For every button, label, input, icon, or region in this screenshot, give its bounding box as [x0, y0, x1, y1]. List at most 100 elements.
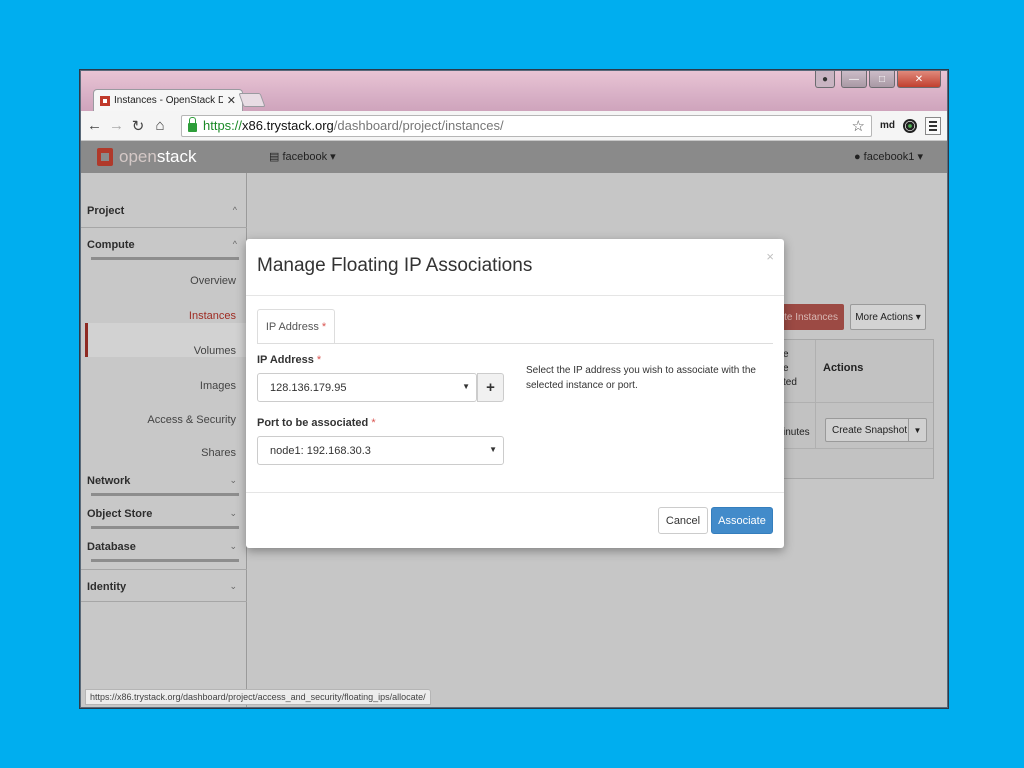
openstack-logo-icon: [97, 148, 113, 166]
create-snapshot-button[interactable]: Create Snapshot ▼: [825, 418, 927, 442]
user-menu-label: facebook1: [863, 151, 915, 163]
ip-address-value: 128.136.179.95: [270, 381, 347, 394]
close-window-button[interactable]: ✕: [897, 71, 941, 88]
browser-tab[interactable]: Instances - OpenStack Da ✕: [93, 89, 243, 111]
modal-footer-divider: [246, 492, 784, 493]
sidebar-item-images[interactable]: Images: [200, 380, 236, 392]
browser-menu-icon[interactable]: [925, 116, 941, 135]
project-selector[interactable]: ▤ facebook ▾: [269, 150, 336, 163]
cancel-button[interactable]: Cancel: [658, 507, 708, 534]
url-scheme: https://: [203, 118, 243, 133]
tab-underline: [257, 343, 773, 344]
sidebar-section-database[interactable]: Database ⌄: [87, 541, 241, 553]
sidebar-divider: [81, 601, 247, 602]
chevron-down-icon: ⌄: [229, 541, 237, 551]
close-icon[interactable]: ×: [766, 249, 774, 264]
sidebar-item-volumes[interactable]: Volumes: [194, 345, 236, 357]
ip-address-label: IP Address *: [257, 354, 321, 366]
caret-down-icon[interactable]: ▼: [908, 419, 926, 441]
sidebar-section-project[interactable]: Project ^: [87, 205, 241, 217]
required-marker: *: [371, 417, 376, 429]
sidebar-section-object-store[interactable]: Object Store ⌄: [87, 508, 241, 520]
sidebar-section-label: Network: [87, 475, 131, 487]
chevron-down-icon: ⌄: [229, 508, 237, 518]
sidebar-section-rule: [91, 493, 239, 496]
user-menu[interactable]: ● facebook1 ▾: [854, 150, 923, 163]
sidebar-section-label: Project: [87, 205, 125, 217]
modal-header: Manage Floating IP Associations ×: [246, 239, 784, 296]
openstack-logo[interactable]: open stack: [97, 147, 197, 167]
sidebar-section-identity[interactable]: Identity ⌄: [87, 581, 241, 593]
maximize-button[interactable]: □: [869, 71, 895, 88]
chevron-up-icon: ^: [232, 239, 237, 249]
actions-column-header: Actions: [823, 362, 864, 374]
window-controls: ● — □ ✕: [815, 71, 941, 88]
table-column-divider: [815, 340, 816, 448]
port-select[interactable]: node1: 192.168.30.3 ▼: [257, 436, 504, 465]
modal-title: Manage Floating IP Associations: [257, 255, 533, 276]
extension-icon[interactable]: [903, 118, 917, 133]
sidebar-section-network[interactable]: Network ⌄: [87, 475, 241, 487]
sidebar-section-rule: [91, 526, 239, 529]
logo-text-open: open: [119, 147, 157, 166]
tab-close-icon[interactable]: ✕: [227, 94, 236, 107]
sidebar-section-rule: [91, 257, 239, 260]
project-selector-label: facebook: [282, 151, 328, 163]
home-icon[interactable]: ⌂: [153, 117, 167, 134]
sidebar-section-label: Object Store: [87, 508, 153, 520]
sidebar-section-compute[interactable]: Compute ^: [87, 239, 241, 251]
table-header-line: e: [783, 363, 789, 374]
sidebar-divider: [81, 569, 247, 570]
port-label: Port to be associated *: [257, 417, 376, 429]
chevron-up-icon: ^: [232, 205, 237, 215]
chevron-down-icon: ⌄: [229, 581, 237, 591]
top-navbar: open stack ▤ facebook ▾ ● facebook1 ▾: [81, 141, 947, 173]
profile-badge[interactable]: md: [880, 120, 895, 131]
chevron-down-icon: ⌄: [229, 475, 237, 485]
sidebar-item-access-security[interactable]: Access & Security: [147, 414, 236, 426]
sidebar-divider: [81, 227, 247, 228]
bookmark-star-icon[interactable]: ☆: [852, 117, 865, 135]
sidebar-item-shares[interactable]: Shares: [201, 447, 236, 459]
table-row-divider: [759, 402, 933, 403]
sidebar: Project ^ Compute ^ Overview Instances Vol…: [81, 173, 247, 707]
user-profile-icon[interactable]: ●: [815, 71, 835, 88]
caret-down-icon: ▼: [462, 382, 470, 391]
browser-window: Instances - OpenStack Da ✕ ● — □ ✕ ← → ↻…: [80, 70, 948, 708]
sidebar-item-instances[interactable]: Instances: [189, 310, 236, 322]
port-value: node1: 192.168.30.3: [270, 444, 371, 457]
openstack-favicon-icon: [100, 95, 110, 106]
minimize-button[interactable]: —: [841, 71, 867, 88]
tab-ip-address[interactable]: IP Address *: [257, 309, 335, 344]
tab-title: Instances - OpenStack Da: [114, 95, 223, 106]
browser-toolbar: ← → ↻ ⌂ https:// x86.trystack.org /dashb…: [81, 111, 947, 141]
help-text: Select the IP address you wish to associ…: [526, 365, 756, 391]
instances-table: e e ted Actions inutes Create Snapshot ▼: [758, 339, 934, 479]
sidebar-section-label: Identity: [87, 581, 127, 593]
ip-address-select[interactable]: 128.136.179.95 ▼: [257, 373, 477, 402]
table-header-fragment: e e ted: [783, 348, 797, 390]
forward-arrow-icon[interactable]: →: [109, 117, 124, 134]
table-header-line: e: [783, 349, 789, 360]
sidebar-section-rule: [91, 559, 239, 562]
associate-button[interactable]: Associate: [711, 507, 773, 534]
table-cell-time: inutes: [783, 427, 810, 438]
sidebar-item-overview[interactable]: Overview: [190, 275, 236, 287]
port-label-text: Port to be associated: [257, 417, 369, 429]
allocate-ip-plus-button[interactable]: +: [477, 373, 504, 402]
address-bar[interactable]: https:// x86.trystack.org /dashboard/pro…: [181, 114, 872, 137]
status-bar-url: https://x86.trystack.org/dashboard/proje…: [85, 689, 431, 705]
ip-address-label-text: IP Address: [257, 354, 314, 366]
logo-text-stack: stack: [156, 147, 197, 166]
sidebar-section-label: Database: [87, 541, 136, 553]
new-tab-button[interactable]: [238, 93, 266, 107]
reload-icon[interactable]: ↻: [131, 117, 145, 135]
back-arrow-icon[interactable]: ←: [87, 117, 102, 134]
table-row-divider: [759, 448, 933, 449]
required-marker: *: [321, 320, 327, 333]
tab-label: IP Address: [265, 320, 319, 333]
required-marker: *: [316, 354, 322, 366]
more-actions-button[interactable]: More Actions ▾: [850, 304, 926, 330]
sidebar-section-label: Compute: [87, 239, 135, 251]
url-path: /dashboard/project/instances/: [333, 118, 504, 133]
